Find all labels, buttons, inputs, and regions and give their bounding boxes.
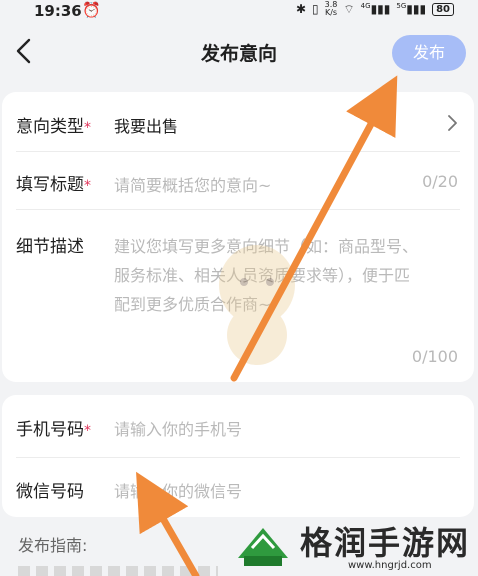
wechat-label: 微信号码	[16, 482, 84, 502]
nav-header: 发布意向 发布	[0, 24, 478, 80]
watermark-url: www.hngrjd.com	[348, 560, 432, 571]
divider	[16, 151, 460, 152]
signal-4g: 4G▮▮▮	[360, 2, 391, 16]
signal-5g: 5G▮▮▮	[396, 2, 427, 16]
required-mark: *	[84, 423, 91, 439]
net-type-2: 5G	[396, 2, 407, 10]
publish-button[interactable]: 发布	[392, 35, 466, 71]
site-logo-icon	[238, 528, 288, 566]
detail-label: 细节描述	[16, 237, 84, 257]
speed-unit: K/s	[324, 8, 338, 17]
network-speed: 3.8 K/s	[325, 1, 338, 17]
title-char-counter: 0/20	[422, 172, 458, 191]
battery-indicator: 80	[432, 2, 454, 16]
vibrate-icon: ▯	[312, 2, 319, 16]
guide-text-fragment	[18, 566, 218, 576]
title-input[interactable]: 请简要概括您的意向~	[114, 172, 271, 196]
required-mark: *	[84, 120, 91, 136]
title-label: 填写标题*	[16, 170, 91, 195]
net-type-1: 4G	[360, 2, 371, 10]
watermark-text: 格润手游网	[300, 524, 471, 562]
publish-guide-label: 发布指南:	[18, 536, 88, 555]
intent-type-label: 意向类型*	[16, 112, 91, 137]
phone-label-text: 手机号码	[16, 420, 84, 440]
divider	[16, 209, 460, 210]
title-label-text: 填写标题	[16, 175, 84, 195]
contact-form-card: 手机号码* 请输入你的手机号 微信号码 请输入你的微信号	[2, 395, 474, 517]
intent-type-value[interactable]: 我要出售	[114, 113, 178, 137]
site-watermark: 格润手游网 www.hngrjd.com	[230, 514, 478, 576]
alarm-icon: ⏰	[82, 1, 101, 19]
wifi-icon: ⌔	[343, 1, 355, 16]
bluetooth-icon: ✱	[295, 2, 307, 16]
divider	[16, 457, 460, 458]
status-icons: ✱ ▯ 3.8 K/s ⌔ 4G▮▮▮ 5G▮▮▮ 80	[296, 1, 454, 17]
phone-label: 手机号码*	[16, 415, 91, 440]
status-bar: 19:36 ⏰ ✱ ▯ 3.8 K/s ⌔ 4G▮▮▮ 5G▮▮▮ 80	[0, 0, 478, 24]
required-mark: *	[84, 178, 91, 194]
status-time: 19:36	[34, 2, 82, 20]
detail-char-counter: 0/100	[411, 347, 458, 366]
intent-type-label-text: 意向类型	[16, 117, 84, 137]
wechat-input[interactable]: 请输入你的微信号	[114, 478, 242, 502]
phone-input[interactable]: 请输入你的手机号	[114, 416, 242, 440]
mascot-watermark-icon	[219, 245, 295, 365]
chevron-right-icon[interactable]	[446, 113, 458, 133]
